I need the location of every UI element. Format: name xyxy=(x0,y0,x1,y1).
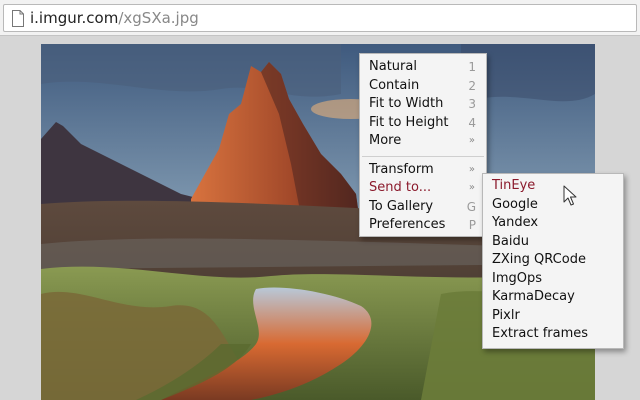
menu-item-label: Fit to Width xyxy=(369,96,444,111)
submenu-arrow-icon: » xyxy=(468,182,475,193)
menu-item-shortcut: 4 xyxy=(468,115,476,130)
url-text[interactable]: i.imgur.com/xgSXa.jpg xyxy=(30,9,199,28)
menu-item-shortcut: P xyxy=(468,218,476,232)
menu-item-shortcut: 3 xyxy=(468,97,476,111)
submenu-item-baidu[interactable]: Baidu xyxy=(483,233,623,252)
send-to-submenu: TinEye Google Yandex Baidu ZXing QRCode … xyxy=(482,173,624,349)
omnibox[interactable]: i.imgur.com/xgSXa.jpg xyxy=(3,4,637,32)
menu-item-label: To Gallery xyxy=(369,198,434,214)
menu-item-label: Transform xyxy=(369,161,434,177)
menu-item-label: More xyxy=(369,133,402,148)
menu-item-contain[interactable]: Contain 2 xyxy=(360,77,486,96)
page-icon xyxy=(12,10,24,27)
menu-item-send-to[interactable]: Send to... » xyxy=(360,179,486,198)
submenu-item-imgops[interactable]: ImgOps xyxy=(483,270,623,289)
submenu-arrow-icon: » xyxy=(468,163,475,175)
submenu-arrow-icon: » xyxy=(468,135,475,146)
url-host: i.imgur.com xyxy=(30,9,119,27)
menu-item-more[interactable]: More » xyxy=(360,132,486,151)
menu-item-fit-to-height[interactable]: Fit to Height 4 xyxy=(360,114,486,133)
mouse-pointer-icon xyxy=(563,185,577,206)
menu-item-shortcut: 1 xyxy=(468,60,476,74)
submenu-item-extract-frames[interactable]: Extract frames xyxy=(483,325,623,344)
menu-separator xyxy=(362,155,484,157)
menu-item-label: Fit to Height xyxy=(369,114,449,130)
menu-item-shortcut: 2 xyxy=(468,78,476,93)
submenu-item-yandex[interactable]: Yandex xyxy=(483,214,623,233)
url-path: /xgSXa.jpg xyxy=(118,9,199,27)
address-bar: i.imgur.com/xgSXa.jpg xyxy=(0,0,640,36)
submenu-item-zxing-qrcode[interactable]: ZXing QRCode xyxy=(483,251,623,270)
submenu-item-karmadecay[interactable]: KarmaDecay xyxy=(483,288,623,307)
menu-item-label: Contain xyxy=(369,77,420,93)
menu-item-label: Send to... xyxy=(369,180,432,195)
menu-item-shortcut: G xyxy=(466,199,476,214)
menu-item-natural[interactable]: Natural 1 xyxy=(360,58,486,77)
menu-item-preferences[interactable]: Preferences P xyxy=(360,216,486,235)
submenu-item-google[interactable]: Google xyxy=(483,196,623,215)
menu-item-fit-to-width[interactable]: Fit to Width 3 xyxy=(360,95,486,114)
submenu-item-tineye[interactable]: TinEye xyxy=(483,177,623,196)
menu-item-to-gallery[interactable]: To Gallery G xyxy=(360,198,486,217)
submenu-item-pixlr[interactable]: Pixlr xyxy=(483,307,623,326)
menu-item-label: Natural xyxy=(369,59,417,74)
menu-item-transform[interactable]: Transform » xyxy=(360,161,486,180)
menu-item-label: Preferences xyxy=(369,217,446,232)
context-menu: Natural 1 Contain 2 Fit to Width 3 Fit to H… xyxy=(359,53,487,237)
